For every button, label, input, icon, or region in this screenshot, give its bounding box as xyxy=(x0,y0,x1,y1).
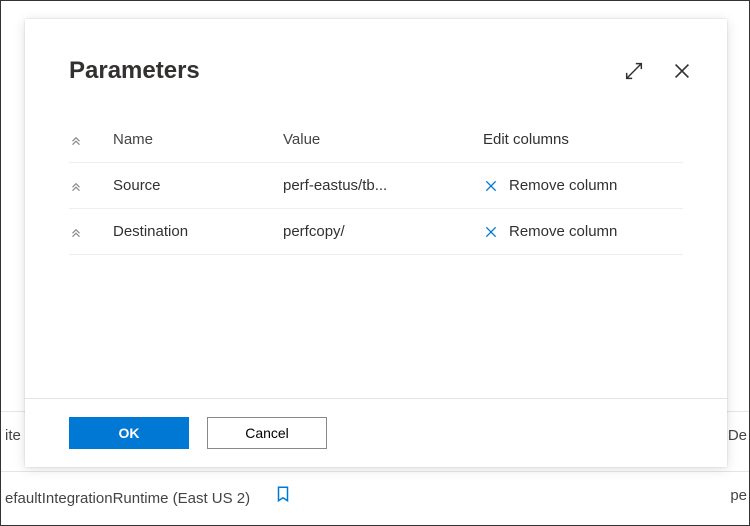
chevron-up-icon[interactable] xyxy=(69,133,113,147)
table-row: Source perf-eastus/tb... Remove column xyxy=(69,163,683,209)
panel-title: Parameters xyxy=(69,57,601,85)
remove-column-button[interactable]: Remove column xyxy=(483,223,617,240)
integration-runtime-text: efaultIntegrationRuntime (East US 2) xyxy=(1,485,292,507)
background-row: efaultIntegrationRuntime (East US 2) pe xyxy=(1,471,749,519)
expand-icon[interactable] xyxy=(619,49,649,93)
param-name: Destination xyxy=(113,223,283,240)
ok-button[interactable]: OK xyxy=(69,417,189,449)
bg-text-fragment: pe xyxy=(730,487,749,504)
value-column-header[interactable]: Value xyxy=(283,131,483,148)
edit-columns-header[interactable]: Edit columns xyxy=(483,131,683,148)
close-icon xyxy=(483,224,499,240)
close-icon xyxy=(483,178,499,194)
remove-column-button[interactable]: Remove column xyxy=(483,177,617,194)
parameters-panel: Parameters Name Value Edit columns xyxy=(25,19,727,467)
name-column-header[interactable]: Name xyxy=(113,131,283,148)
panel-footer: OK Cancel xyxy=(25,398,727,467)
chevron-up-icon[interactable] xyxy=(69,179,113,193)
bg-text-fragment: De xyxy=(728,427,749,444)
cancel-button[interactable]: Cancel xyxy=(207,417,327,449)
chevron-up-icon[interactable] xyxy=(69,225,113,239)
table-row: Destination perfcopy/ Remove column xyxy=(69,209,683,255)
bg-text-fragment: ite xyxy=(1,427,21,444)
grid-header-row: Name Value Edit columns xyxy=(69,117,683,163)
panel-body: Name Value Edit columns Source perf-east… xyxy=(25,103,727,398)
close-icon[interactable] xyxy=(667,49,697,93)
remove-column-label: Remove column xyxy=(509,177,617,194)
panel-header: Parameters xyxy=(25,19,727,103)
bookmark-icon[interactable] xyxy=(274,490,292,507)
param-name: Source xyxy=(113,177,283,194)
param-value: perf-eastus/tb... xyxy=(283,177,483,194)
param-value: perfcopy/ xyxy=(283,223,483,240)
remove-column-label: Remove column xyxy=(509,223,617,240)
